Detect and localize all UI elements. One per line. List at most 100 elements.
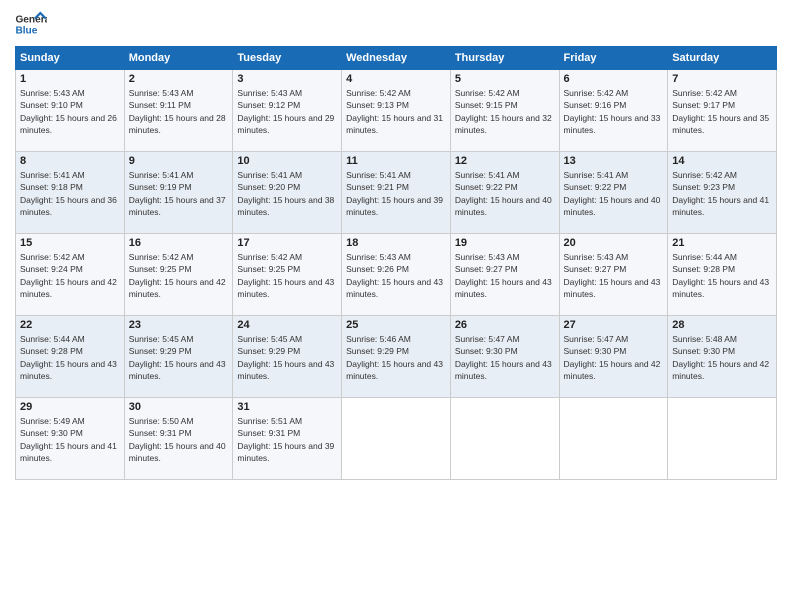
day-number: 29	[20, 401, 120, 413]
day-number: 16	[129, 237, 229, 249]
day-info: Sunrise: 5:42 AMSunset: 9:25 PMDaylight:…	[237, 252, 334, 299]
day-number: 7	[672, 73, 772, 85]
calendar-week-5: 29 Sunrise: 5:49 AMSunset: 9:30 PMDaylig…	[16, 398, 777, 480]
calendar-cell: 1 Sunrise: 5:43 AMSunset: 9:10 PMDayligh…	[16, 70, 125, 152]
calendar-cell: 7 Sunrise: 5:42 AMSunset: 9:17 PMDayligh…	[668, 70, 777, 152]
calendar-cell: 15 Sunrise: 5:42 AMSunset: 9:24 PMDaylig…	[16, 234, 125, 316]
day-number: 26	[455, 319, 555, 331]
day-number: 1	[20, 73, 120, 85]
calendar-cell: 11 Sunrise: 5:41 AMSunset: 9:21 PMDaylig…	[342, 152, 451, 234]
calendar-cell: 2 Sunrise: 5:43 AMSunset: 9:11 PMDayligh…	[124, 70, 233, 152]
calendar-cell: 30 Sunrise: 5:50 AMSunset: 9:31 PMDaylig…	[124, 398, 233, 480]
weekday-header-wednesday: Wednesday	[342, 47, 451, 70]
calendar-week-1: 1 Sunrise: 5:43 AMSunset: 9:10 PMDayligh…	[16, 70, 777, 152]
day-info: Sunrise: 5:43 AMSunset: 9:27 PMDaylight:…	[455, 252, 552, 299]
day-number: 21	[672, 237, 772, 249]
calendar-cell: 13 Sunrise: 5:41 AMSunset: 9:22 PMDaylig…	[559, 152, 668, 234]
day-info: Sunrise: 5:47 AMSunset: 9:30 PMDaylight:…	[455, 334, 552, 381]
day-info: Sunrise: 5:47 AMSunset: 9:30 PMDaylight:…	[564, 334, 661, 381]
day-info: Sunrise: 5:42 AMSunset: 9:15 PMDaylight:…	[455, 88, 552, 135]
day-info: Sunrise: 5:51 AMSunset: 9:31 PMDaylight:…	[237, 416, 334, 463]
day-info: Sunrise: 5:44 AMSunset: 9:28 PMDaylight:…	[672, 252, 769, 299]
day-number: 12	[455, 155, 555, 167]
day-info: Sunrise: 5:43 AMSunset: 9:11 PMDaylight:…	[129, 88, 226, 135]
day-number: 18	[346, 237, 446, 249]
calendar-week-2: 8 Sunrise: 5:41 AMSunset: 9:18 PMDayligh…	[16, 152, 777, 234]
day-number: 17	[237, 237, 337, 249]
calendar-cell: 21 Sunrise: 5:44 AMSunset: 9:28 PMDaylig…	[668, 234, 777, 316]
calendar-week-4: 22 Sunrise: 5:44 AMSunset: 9:28 PMDaylig…	[16, 316, 777, 398]
day-info: Sunrise: 5:50 AMSunset: 9:31 PMDaylight:…	[129, 416, 226, 463]
calendar-cell: 12 Sunrise: 5:41 AMSunset: 9:22 PMDaylig…	[450, 152, 559, 234]
weekday-header-sunday: Sunday	[16, 47, 125, 70]
day-number: 10	[237, 155, 337, 167]
day-info: Sunrise: 5:42 AMSunset: 9:25 PMDaylight:…	[129, 252, 226, 299]
day-info: Sunrise: 5:46 AMSunset: 9:29 PMDaylight:…	[346, 334, 443, 381]
day-info: Sunrise: 5:42 AMSunset: 9:13 PMDaylight:…	[346, 88, 443, 135]
calendar-cell: 28 Sunrise: 5:48 AMSunset: 9:30 PMDaylig…	[668, 316, 777, 398]
day-info: Sunrise: 5:43 AMSunset: 9:10 PMDaylight:…	[20, 88, 117, 135]
day-info: Sunrise: 5:41 AMSunset: 9:20 PMDaylight:…	[237, 170, 334, 217]
calendar-cell	[668, 398, 777, 480]
day-number: 8	[20, 155, 120, 167]
day-number: 23	[129, 319, 229, 331]
day-info: Sunrise: 5:42 AMSunset: 9:17 PMDaylight:…	[672, 88, 769, 135]
calendar-cell: 22 Sunrise: 5:44 AMSunset: 9:28 PMDaylig…	[16, 316, 125, 398]
header: General Blue	[15, 10, 777, 38]
calendar-cell: 10 Sunrise: 5:41 AMSunset: 9:20 PMDaylig…	[233, 152, 342, 234]
day-number: 22	[20, 319, 120, 331]
day-number: 11	[346, 155, 446, 167]
day-info: Sunrise: 5:41 AMSunset: 9:21 PMDaylight:…	[346, 170, 443, 217]
day-info: Sunrise: 5:43 AMSunset: 9:27 PMDaylight:…	[564, 252, 661, 299]
day-info: Sunrise: 5:49 AMSunset: 9:30 PMDaylight:…	[20, 416, 117, 463]
svg-text:Blue: Blue	[15, 25, 37, 36]
day-number: 19	[455, 237, 555, 249]
day-number: 30	[129, 401, 229, 413]
weekday-header-thursday: Thursday	[450, 47, 559, 70]
calendar-cell: 4 Sunrise: 5:42 AMSunset: 9:13 PMDayligh…	[342, 70, 451, 152]
day-number: 5	[455, 73, 555, 85]
day-info: Sunrise: 5:48 AMSunset: 9:30 PMDaylight:…	[672, 334, 769, 381]
calendar-cell: 19 Sunrise: 5:43 AMSunset: 9:27 PMDaylig…	[450, 234, 559, 316]
calendar-table: SundayMondayTuesdayWednesdayThursdayFrid…	[15, 46, 777, 480]
calendar-cell: 31 Sunrise: 5:51 AMSunset: 9:31 PMDaylig…	[233, 398, 342, 480]
day-info: Sunrise: 5:45 AMSunset: 9:29 PMDaylight:…	[129, 334, 226, 381]
day-number: 31	[237, 401, 337, 413]
calendar-cell: 29 Sunrise: 5:49 AMSunset: 9:30 PMDaylig…	[16, 398, 125, 480]
weekday-header-friday: Friday	[559, 47, 668, 70]
day-number: 15	[20, 237, 120, 249]
weekday-header-monday: Monday	[124, 47, 233, 70]
page: General Blue SundayMondayTuesdayWednesda…	[0, 0, 792, 612]
calendar-cell	[450, 398, 559, 480]
day-info: Sunrise: 5:43 AMSunset: 9:26 PMDaylight:…	[346, 252, 443, 299]
day-number: 13	[564, 155, 664, 167]
day-info: Sunrise: 5:41 AMSunset: 9:18 PMDaylight:…	[20, 170, 117, 217]
weekday-header-row: SundayMondayTuesdayWednesdayThursdayFrid…	[16, 47, 777, 70]
logo-icon: General Blue	[15, 10, 47, 38]
day-number: 28	[672, 319, 772, 331]
day-number: 9	[129, 155, 229, 167]
day-info: Sunrise: 5:41 AMSunset: 9:22 PMDaylight:…	[564, 170, 661, 217]
calendar-cell: 3 Sunrise: 5:43 AMSunset: 9:12 PMDayligh…	[233, 70, 342, 152]
calendar-cell: 5 Sunrise: 5:42 AMSunset: 9:15 PMDayligh…	[450, 70, 559, 152]
weekday-header-saturday: Saturday	[668, 47, 777, 70]
calendar-cell: 20 Sunrise: 5:43 AMSunset: 9:27 PMDaylig…	[559, 234, 668, 316]
day-number: 2	[129, 73, 229, 85]
day-info: Sunrise: 5:41 AMSunset: 9:22 PMDaylight:…	[455, 170, 552, 217]
day-info: Sunrise: 5:42 AMSunset: 9:23 PMDaylight:…	[672, 170, 769, 217]
day-number: 25	[346, 319, 446, 331]
calendar-cell: 16 Sunrise: 5:42 AMSunset: 9:25 PMDaylig…	[124, 234, 233, 316]
calendar-week-3: 15 Sunrise: 5:42 AMSunset: 9:24 PMDaylig…	[16, 234, 777, 316]
day-number: 6	[564, 73, 664, 85]
day-number: 27	[564, 319, 664, 331]
calendar-cell	[342, 398, 451, 480]
day-info: Sunrise: 5:41 AMSunset: 9:19 PMDaylight:…	[129, 170, 226, 217]
day-number: 24	[237, 319, 337, 331]
calendar-cell: 26 Sunrise: 5:47 AMSunset: 9:30 PMDaylig…	[450, 316, 559, 398]
day-info: Sunrise: 5:42 AMSunset: 9:24 PMDaylight:…	[20, 252, 117, 299]
weekday-header-tuesday: Tuesday	[233, 47, 342, 70]
day-info: Sunrise: 5:44 AMSunset: 9:28 PMDaylight:…	[20, 334, 117, 381]
calendar-cell: 6 Sunrise: 5:42 AMSunset: 9:16 PMDayligh…	[559, 70, 668, 152]
calendar-cell: 9 Sunrise: 5:41 AMSunset: 9:19 PMDayligh…	[124, 152, 233, 234]
calendar-cell: 23 Sunrise: 5:45 AMSunset: 9:29 PMDaylig…	[124, 316, 233, 398]
